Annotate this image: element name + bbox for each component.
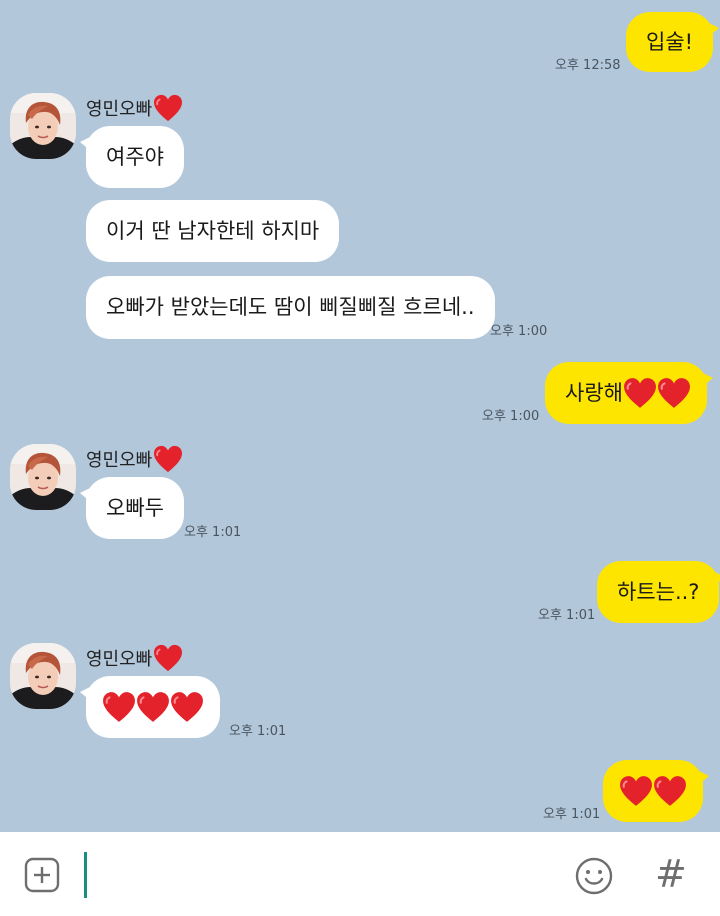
message-text: 이거 딴 남자한테 하지마 xyxy=(106,218,320,243)
avatar[interactable] xyxy=(10,93,76,159)
message-bubble[interactable]: 입술! xyxy=(626,12,720,72)
red-heart-icon xyxy=(623,377,657,409)
red-heart-icon xyxy=(170,691,204,723)
message-bubble[interactable]: 이거 딴 남자한테 하지마 xyxy=(86,200,340,262)
profile-photo xyxy=(10,444,76,510)
avatar[interactable] xyxy=(10,643,76,709)
hashtag-button[interactable]: # xyxy=(655,854,691,894)
message-bubble[interactable]: 오빠가 받았는데도 땀이 삐질삐질 흐르네.. xyxy=(86,276,495,339)
red-heart-icon xyxy=(153,445,183,473)
red-heart-icon xyxy=(153,94,183,122)
message-text: 입술! xyxy=(646,29,694,54)
message-input-bar: # xyxy=(0,832,720,916)
red-heart-icon xyxy=(619,775,653,807)
message-text: 여주야 xyxy=(106,144,164,169)
red-heart-icon xyxy=(102,691,136,723)
plus-square-icon[interactable] xyxy=(24,857,60,893)
profile-photo xyxy=(10,93,76,159)
sender-name: 영민오빠 xyxy=(86,445,183,473)
sender-name-text: 영민오빠 xyxy=(86,450,153,471)
message-bubble[interactable]: 사랑해 xyxy=(545,362,713,424)
message-time: 오후 1:00 xyxy=(490,324,548,339)
sender-name: 영민오빠 xyxy=(86,644,183,672)
message-time: 오후 12:58 xyxy=(555,58,621,73)
profile-photo xyxy=(10,643,76,709)
message-bubble[interactable]: 여주야 xyxy=(80,126,184,188)
sender-name-text: 영민오빠 xyxy=(86,649,153,670)
red-heart-icon xyxy=(657,377,691,409)
message-text: 사랑해 xyxy=(565,380,623,405)
message-time: 오후 1:01 xyxy=(538,608,596,623)
message-bubble[interactable]: 하트는..? xyxy=(597,561,720,623)
message-time: 오후 1:01 xyxy=(184,525,242,540)
message-bubble[interactable]: 오빠두 xyxy=(80,477,184,539)
red-heart-icon xyxy=(653,775,687,807)
message-time: 오후 1:01 xyxy=(229,724,287,739)
message-bubble[interactable] xyxy=(80,676,220,738)
message-text: 오빠가 받았는데도 땀이 삐질삐질 흐르네.. xyxy=(106,295,475,319)
message-text: 하트는..? xyxy=(617,579,700,604)
message-time: 오후 1:01 xyxy=(543,807,601,822)
red-heart-icon xyxy=(136,691,170,723)
sender-name: 영민오빠 xyxy=(86,94,183,122)
message-bubble[interactable] xyxy=(603,760,709,822)
smiley-icon[interactable] xyxy=(575,857,613,895)
message-time: 오후 1:00 xyxy=(482,409,540,424)
red-heart-icon xyxy=(153,644,183,672)
avatar[interactable] xyxy=(10,444,76,510)
chat-area[interactable]: 입술! 오후 12:58 영민오빠 여주야 이거 딴 남자한테 하지마 오빠가 … xyxy=(0,0,720,832)
message-text: 오빠두 xyxy=(106,495,164,520)
message-input[interactable] xyxy=(84,852,87,898)
sender-name-text: 영민오빠 xyxy=(86,99,153,120)
